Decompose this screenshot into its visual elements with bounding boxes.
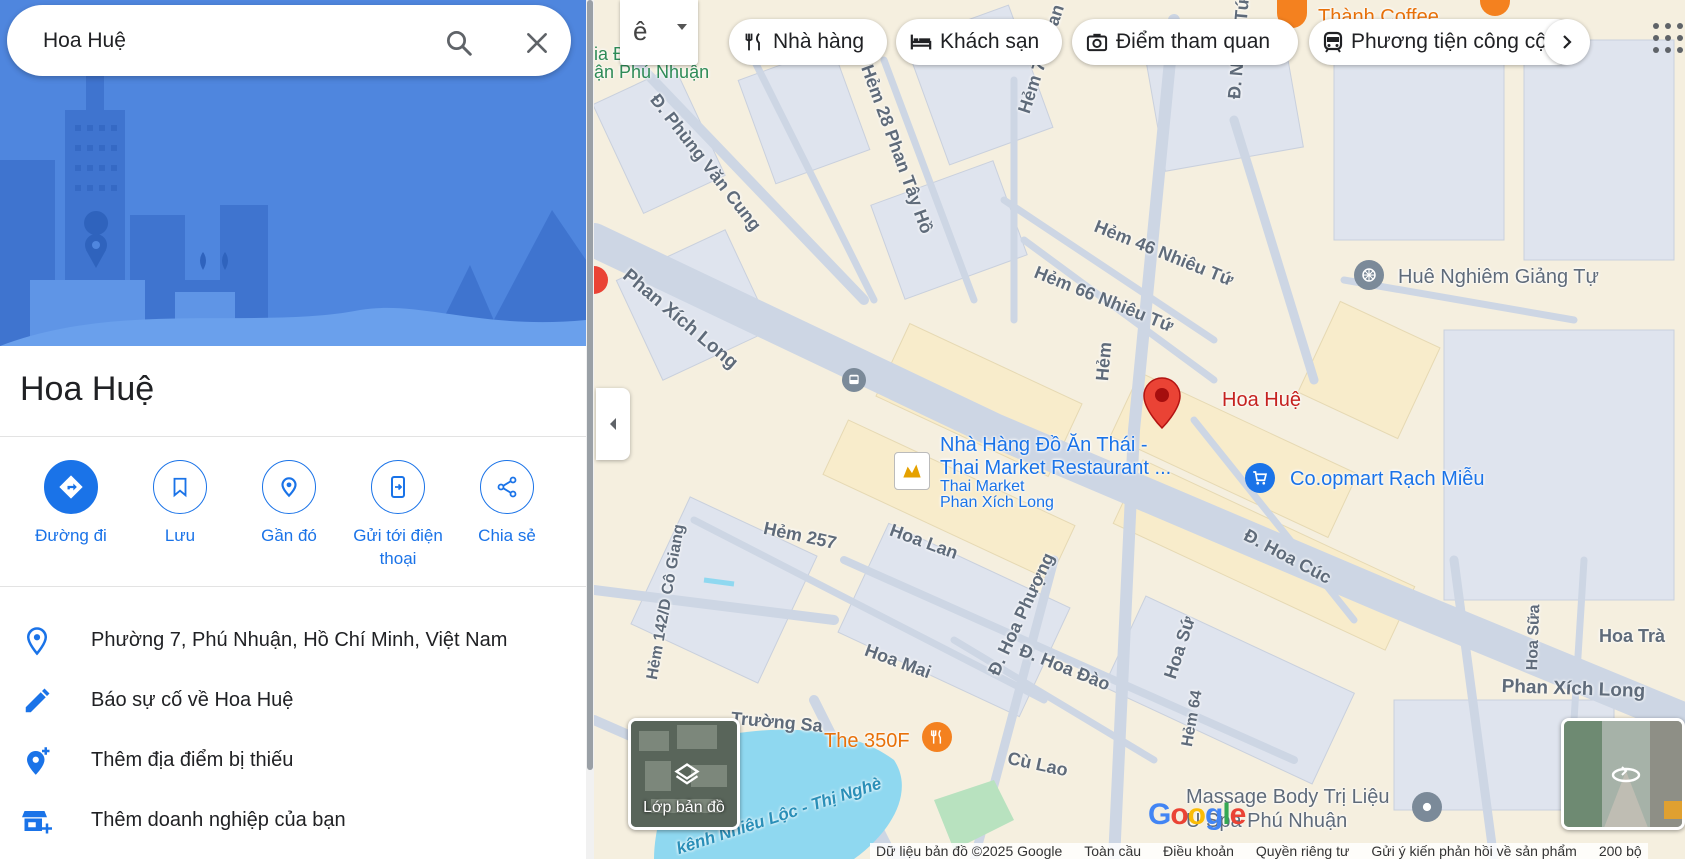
pagoda-icon[interactable]: [1354, 260, 1384, 290]
add-business-text: Thêm doanh nghiệp của bạn: [91, 809, 346, 831]
google-logo: Google: [1148, 798, 1246, 831]
save-button[interactable]: Lưu: [125, 460, 235, 547]
layers-button[interactable]: Lớp bản đồ: [628, 718, 740, 830]
chip-attractions[interactable]: Điểm tham quan: [1072, 19, 1298, 65]
address-row[interactable]: Phường 7, Phú Nhuận, Hồ Chí Minh, Việt N…: [0, 612, 586, 668]
bus-stop-icon[interactable]: [842, 368, 866, 392]
layers-label: Lớp bản đồ: [643, 799, 725, 816]
chip-label: Nhà hàng: [773, 30, 865, 53]
spa-icon[interactable]: [1412, 792, 1442, 822]
shopping-cart-icon[interactable]: [1245, 463, 1275, 493]
pin-label[interactable]: Hoa Huệ: [1222, 389, 1301, 412]
chevron-down-icon: [677, 24, 687, 30]
place-title: Hoa Huệ: [20, 370, 155, 408]
add-business-icon: [22, 811, 52, 834]
divider: [0, 586, 586, 587]
chevron-left-icon: [610, 418, 616, 430]
search-box[interactable]: Hoa Huệ: [7, 5, 571, 76]
location-pin-icon: [26, 627, 48, 656]
directions-icon: [44, 460, 98, 514]
feedback-link[interactable]: Gửi ý kiến phản hồi về sản phẩm: [1371, 843, 1577, 859]
restaurant-icon: [743, 31, 765, 53]
street-label: Hoa Sữa: [1524, 604, 1544, 671]
hotel-icon: [910, 31, 932, 53]
layers-icon: [674, 763, 700, 785]
chip-label: Điểm tham quan: [1116, 30, 1271, 53]
restaurant-name[interactable]: Nhà Hàng Đồ Ăn Thái -: [940, 434, 1148, 457]
input-tool-glyph: ê: [633, 16, 648, 46]
nearby-button[interactable]: Gần đó: [234, 460, 344, 547]
search-icon[interactable]: [439, 23, 479, 63]
share-icon: [480, 460, 534, 514]
phone-send-icon: [371, 460, 425, 514]
add-business-row[interactable]: Thêm doanh nghiệp của bạn: [0, 792, 586, 848]
area-label: ận Phú Nhuận: [594, 62, 710, 82]
google-apps-icon[interactable]: [1650, 20, 1685, 56]
input-tools-button[interactable]: ê: [620, 0, 698, 65]
bookmark-icon: [153, 460, 207, 514]
send-to-phone-label: Gửi tới điện thoại: [353, 526, 443, 568]
restaurant-350f-label[interactable]: The 350F: [824, 730, 910, 753]
transit-icon: [1323, 31, 1343, 53]
collapse-panel-button[interactable]: [596, 388, 630, 460]
chip-label: Phương tiện công cộng: [1351, 30, 1571, 53]
fork-knife-icon[interactable]: [922, 722, 952, 752]
report-issue-text: Báo sự cố về Hoa Huệ: [91, 689, 294, 711]
chip-transit[interactable]: Phương tiện công cộng: [1309, 19, 1579, 65]
street-label: Hoa Trà: [1599, 626, 1666, 646]
place-marker-icon[interactable]: [1142, 376, 1182, 435]
directions-label: Đường đi: [35, 526, 107, 545]
share-label: Chia sẻ: [478, 526, 536, 545]
chip-restaurants[interactable]: Nhà hàng: [729, 19, 887, 65]
close-icon[interactable]: [517, 23, 557, 63]
street-view-button[interactable]: [1561, 718, 1685, 830]
chip-label: Khách sạn: [940, 30, 1040, 53]
directions-button[interactable]: Đường đi: [16, 460, 126, 547]
restaurant-name-2[interactable]: Thai Market Restaurant ...: [940, 457, 1171, 480]
terms-link[interactable]: Điều khoản: [1163, 843, 1234, 859]
scrollbar-thumb[interactable]: [587, 0, 593, 770]
add-location-icon: [27, 747, 50, 775]
camera-icon: [1086, 31, 1108, 53]
send-to-phone-button[interactable]: Gửi tới điện thoại: [343, 460, 453, 570]
report-issue-row[interactable]: Báo sự cố về Hoa Huệ: [0, 672, 586, 728]
map-canvas[interactable]: Đ. Phùng Văn Cung Hẻm 28 Phan Tây Hồ Hẻm…: [594, 0, 1685, 859]
divider: [0, 436, 586, 437]
place-panel: Hoa Huệ Hoa Huệ Đường đi Lưu Gần đó Gửi …: [0, 0, 586, 859]
map-data-credit: Dữ liệu bản đồ ©2025 Google: [876, 843, 1063, 859]
privacy-link[interactable]: Quyền riêng tư: [1256, 843, 1349, 859]
coopmart-label[interactable]: Co.opmart Rạch Miễu: [1290, 468, 1485, 491]
restaurant-subtitle-2: Phan Xích Long: [940, 494, 1054, 511]
share-button[interactable]: Chia sẻ: [452, 460, 562, 547]
nearby-label: Gần đó: [261, 526, 317, 545]
save-label: Lưu: [164, 526, 196, 545]
address-text: Phường 7, Phú Nhuận, Hồ Chí Minh, Việt N…: [91, 629, 508, 651]
street-label: Hẻm: [1092, 341, 1116, 382]
rotate-360-icon: [1611, 766, 1641, 783]
restaurant-logo-icon[interactable]: [894, 452, 930, 490]
pencil-icon: [25, 688, 50, 713]
scale-label[interactable]: 200 bộ: [1599, 843, 1642, 859]
panel-scrollbar[interactable]: [586, 0, 594, 859]
pagoda-label[interactable]: Huê Nghiêm Giảng Tự: [1398, 266, 1599, 289]
nearby-icon: [262, 460, 316, 514]
chevron-right-icon[interactable]: [1544, 19, 1590, 65]
chip-hotels[interactable]: Khách sạn: [896, 19, 1062, 65]
maps-window: Hoa Huệ Hoa Huệ Đường đi Lưu Gần đó Gửi …: [0, 0, 1685, 859]
add-missing-place-row[interactable]: Thêm địa điểm bị thiếu: [0, 732, 586, 788]
map-attribution: Dữ liệu bản đồ ©2025 Google Toàn cầu Điề…: [870, 843, 1648, 859]
search-input[interactable]: Hoa Huệ: [43, 29, 126, 53]
add-missing-place-text: Thêm địa điểm bị thiếu: [91, 749, 294, 771]
global-link[interactable]: Toàn cầu: [1084, 843, 1141, 859]
